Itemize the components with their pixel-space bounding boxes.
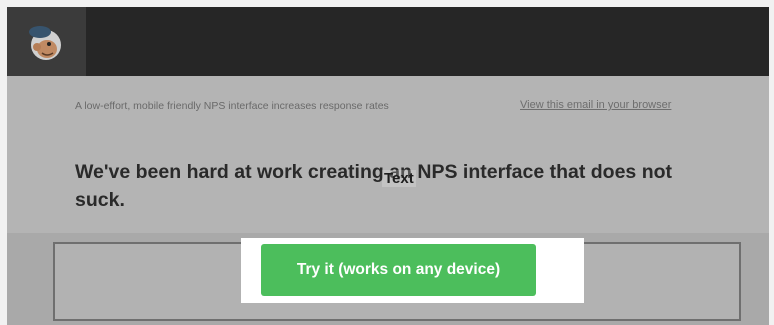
try-it-button[interactable]: Try it (works on any device) bbox=[261, 244, 536, 296]
preheader-text: A low-effort, mobile friendly NPS interf… bbox=[75, 100, 389, 112]
overlay-text-label: Text bbox=[382, 170, 416, 187]
view-in-browser-link[interactable]: View this email in your browser bbox=[520, 97, 671, 113]
logo-cell bbox=[7, 7, 86, 76]
email-header-bar bbox=[7, 7, 769, 76]
monkey-logo-icon bbox=[29, 26, 61, 60]
email-preview-frame: A low-effort, mobile friendly NPS interf… bbox=[7, 7, 769, 325]
